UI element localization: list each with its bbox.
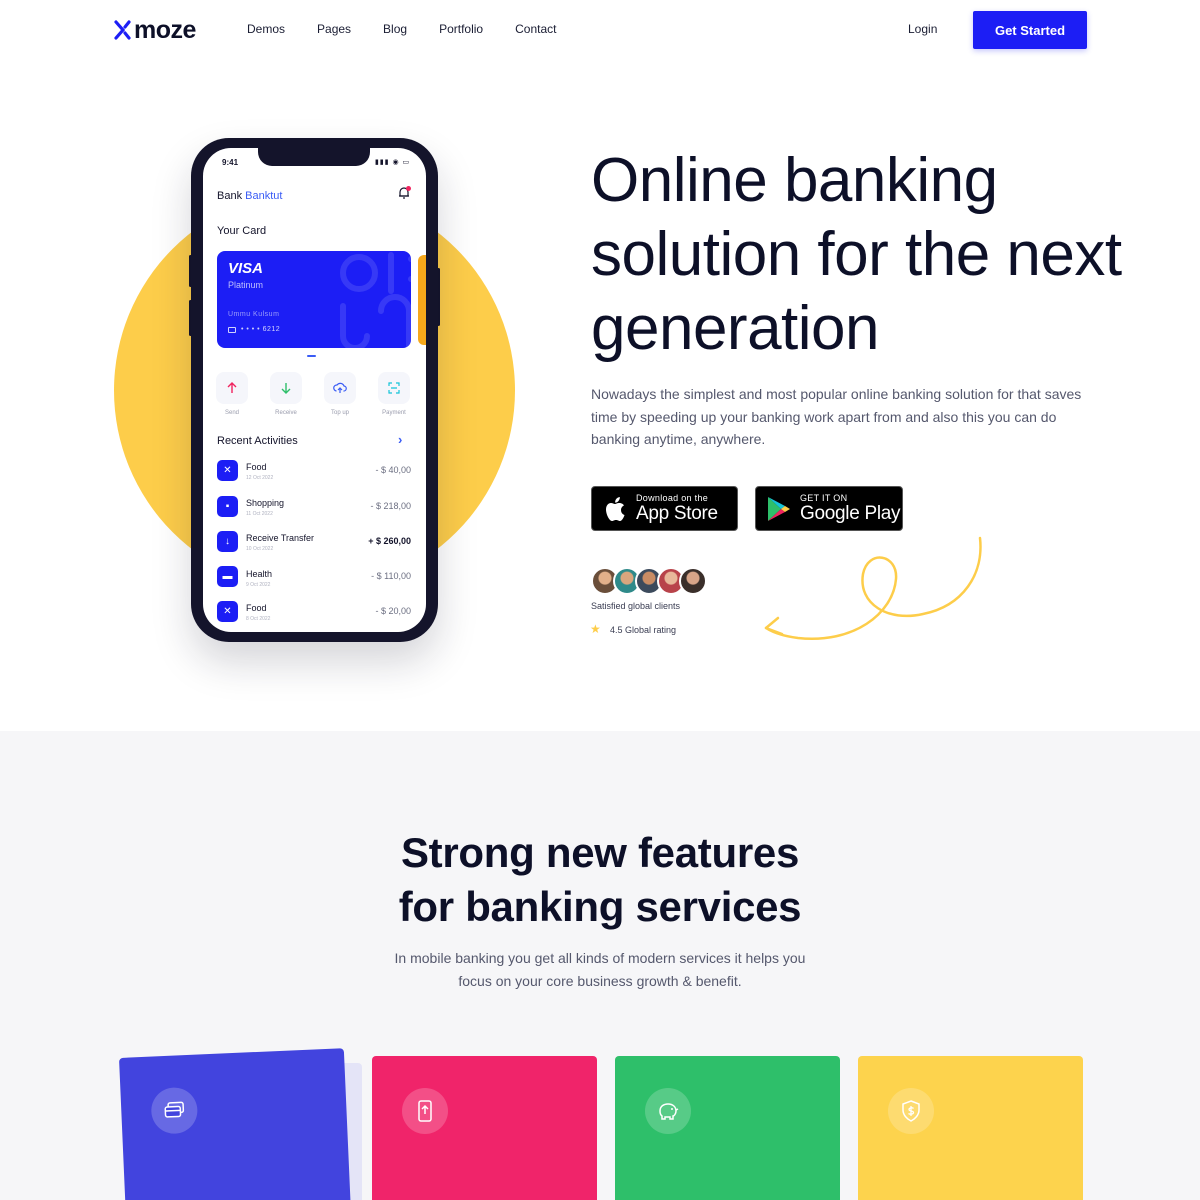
nav-link-pages[interactable]: Pages bbox=[317, 22, 351, 36]
chevron-right-icon[interactable]: › bbox=[398, 432, 402, 447]
card-holder: Ummu Kulsum bbox=[228, 311, 280, 318]
features-description: In mobile banking you get all kinds of m… bbox=[394, 950, 806, 989]
payment-label: Payment bbox=[382, 410, 406, 416]
features-title: Strong new features for banking services bbox=[300, 826, 900, 934]
features-title-line1: Strong new features bbox=[400, 829, 800, 876]
activity-date: 11 Oct 2022 bbox=[246, 511, 273, 517]
avatar bbox=[679, 567, 707, 595]
nav-link-blog[interactable]: Blog bbox=[383, 22, 407, 36]
your-card-label: Your Card bbox=[217, 225, 267, 237]
activity-name: Shopping bbox=[246, 498, 285, 508]
top-navigation: moze Demos Pages Blog Portfolio Contact … bbox=[0, 0, 1200, 62]
notification-dot bbox=[406, 186, 411, 191]
cloud-upload-icon bbox=[333, 382, 347, 393]
topup-action-button[interactable] bbox=[324, 372, 356, 404]
mobile-transfer-icon bbox=[402, 1088, 448, 1134]
activity-amount: - $ 40,00 bbox=[375, 465, 411, 475]
visa-card[interactable]: VISA Platinum Ummu Kulsum • • • • 6212 bbox=[217, 251, 411, 348]
login-link[interactable]: Login bbox=[908, 22, 937, 36]
app-title-brand: Banktut bbox=[245, 190, 283, 202]
google-play-button[interactable]: GET IT ON Google Play bbox=[755, 486, 903, 531]
google-play-icon bbox=[768, 496, 790, 521]
next-card-peek[interactable] bbox=[418, 255, 426, 345]
status-bar-time: 9:41 bbox=[222, 158, 239, 167]
apple-icon bbox=[606, 496, 625, 521]
status-bar-icons: ▮▮▮ ◉ ▭ bbox=[375, 159, 411, 166]
card-number: • • • • 6212 bbox=[241, 326, 281, 333]
topup-label: Top up bbox=[330, 410, 349, 416]
feature-card-cards[interactable] bbox=[119, 1048, 351, 1200]
decorative-swirl-arrow bbox=[764, 536, 982, 641]
app-title-prefix: Bank bbox=[217, 190, 243, 202]
arrow-down-icon bbox=[281, 383, 291, 394]
get-started-button[interactable]: Get Started bbox=[973, 11, 1087, 49]
receive-label: Receive bbox=[275, 410, 297, 416]
feature-card-mobile-transfer[interactable] bbox=[372, 1056, 597, 1200]
google-play-small-text: GET IT ON bbox=[800, 492, 848, 503]
feature-card-savings[interactable] bbox=[615, 1056, 840, 1200]
phone-notch bbox=[258, 146, 370, 166]
app-store-small-text: Download on the bbox=[636, 492, 709, 503]
nav-link-contact[interactable]: Contact bbox=[515, 22, 556, 36]
send-label: Send bbox=[224, 410, 239, 416]
activity-date: 12 Oct 2022 bbox=[246, 475, 274, 481]
activity-date: 10 Oct 2022 bbox=[246, 546, 274, 552]
feature-card-security[interactable] bbox=[858, 1056, 1083, 1200]
shopping-activity-icon: ▪ bbox=[217, 496, 238, 517]
features-title-line2: for banking services bbox=[398, 883, 802, 930]
activity-date: 8 Oct 2022 bbox=[246, 616, 271, 622]
card-brand: VISA bbox=[228, 260, 264, 277]
nav-link-portfolio[interactable]: Portfolio bbox=[439, 22, 483, 36]
banking-app-title: Bank Banktut bbox=[217, 190, 282, 202]
recent-activities-title: Recent Activities bbox=[217, 435, 298, 447]
star-icon: ★ bbox=[590, 622, 601, 636]
satisfied-clients-label: Satisfied global clients bbox=[591, 601, 681, 611]
card-carousel-indicator bbox=[307, 355, 316, 357]
health-activity-icon: ▬ bbox=[217, 566, 238, 587]
google-play-big-text: Google Play bbox=[800, 502, 901, 524]
activity-amount: - $ 218,00 bbox=[370, 501, 411, 511]
activity-amount: + $ 260,00 bbox=[368, 536, 411, 546]
logo-text: moze bbox=[134, 15, 196, 44]
activity-name: Food bbox=[246, 603, 267, 613]
scan-icon bbox=[388, 382, 400, 394]
activity-amount: - $ 110,00 bbox=[371, 571, 411, 581]
send-action-button[interactable] bbox=[216, 372, 248, 404]
food-activity-icon: ✕ bbox=[217, 460, 238, 481]
food-activity-icon: ✕ bbox=[217, 601, 238, 622]
activity-name: Health bbox=[246, 569, 273, 579]
activity-name: Food bbox=[246, 462, 267, 472]
activity-name: Receive Transfer bbox=[246, 533, 315, 543]
app-store-button[interactable]: Download on the App Store bbox=[591, 486, 738, 531]
nav-links: Demos Pages Blog Portfolio Contact bbox=[247, 22, 588, 36]
cards-icon bbox=[150, 1086, 199, 1135]
payment-action-button[interactable] bbox=[378, 372, 410, 404]
app-store-big-text: App Store bbox=[636, 502, 718, 524]
activity-amount: - $ 20,00 bbox=[375, 606, 411, 616]
piggy-bank-icon bbox=[645, 1088, 691, 1134]
activity-date: 9 Oct 2022 bbox=[246, 582, 271, 588]
receive-action-button[interactable] bbox=[270, 372, 302, 404]
card-tier: Platinum bbox=[228, 280, 264, 290]
hero-title: Online banking solution for the next gen… bbox=[591, 146, 1122, 363]
client-avatars bbox=[591, 567, 707, 595]
hero-description: Nowadays the simplest and most popular o… bbox=[591, 386, 1082, 447]
arrow-up-icon bbox=[227, 382, 237, 393]
logo-mark-icon bbox=[114, 20, 131, 40]
global-rating-label: 4.5 Global rating bbox=[610, 625, 677, 635]
card-pattern-decoration bbox=[340, 252, 411, 348]
card-chip-icon bbox=[228, 327, 236, 333]
nav-link-demos[interactable]: Demos bbox=[247, 22, 285, 36]
shield-dollar-icon bbox=[888, 1088, 934, 1134]
brand-logo[interactable]: moze bbox=[114, 16, 196, 44]
receive-transfer-activity-icon: ↓ bbox=[217, 531, 238, 552]
